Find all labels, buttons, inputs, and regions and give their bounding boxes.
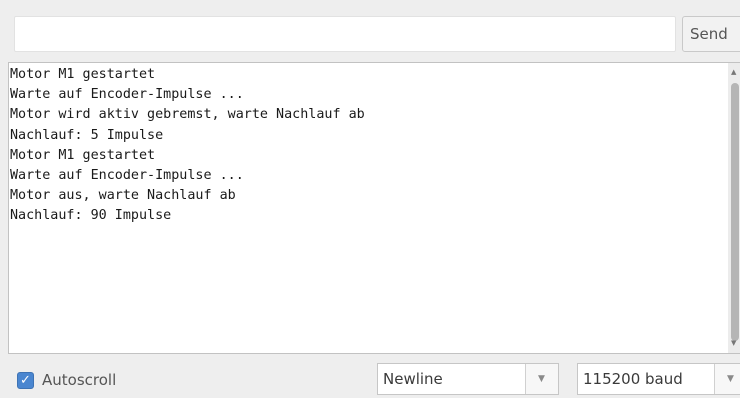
output-line: Motor wird aktiv gebremst, warte Nachlau… [10,107,365,123]
send-button[interactable]: Send [682,16,740,52]
output-lines: Motor M1 gestartet Warte auf Encoder-Impu… [9,63,728,227]
line-ending-select[interactable]: Newline ▼ [377,363,559,395]
output-line: Nachlauf: 5 Impulse [10,127,164,143]
arrow-up-icon[interactable]: ▲ [731,69,736,76]
chevron-down-icon: ▼ [538,374,545,384]
output-line: Motor aus, warte Nachlauf ab [10,188,236,204]
output-line: Motor M1 gestartet [10,147,156,163]
line-ending-value: Newline [383,370,443,388]
output-line: Warte auf Encoder-Impulse ... [10,168,244,184]
line-ending-dropdown-button[interactable]: ▼ [525,364,558,394]
check-icon[interactable]: ✓ [17,371,34,389]
output-line: Nachlauf: 90 Impulse [10,208,172,224]
output-line: Motor M1 gestartet [10,67,156,82]
send-toolbar: Send [0,0,740,62]
chevron-down-icon: ▼ [727,374,734,384]
scrollbar-thumb[interactable] [731,83,739,341]
serial-input-field[interactable] [14,16,676,52]
autoscroll-label: Autoscroll [42,371,117,389]
baud-rate-dropdown-button[interactable]: ▼ [714,364,740,394]
arrow-down-icon[interactable]: ▼ [731,340,736,347]
baud-rate-value: 115200 baud [583,370,683,388]
autoscroll-checkbox[interactable]: ✓ Autoscroll [17,370,116,390]
vertical-scrollbar[interactable]: ▲ ▼ [728,62,740,354]
baud-rate-select[interactable]: 115200 baud ▼ [577,363,740,395]
output-line: Warte auf Encoder-Impulse ... [10,87,244,103]
serial-output-area[interactable]: Motor M1 gestartet Warte auf Encoder-Impu… [8,62,728,354]
